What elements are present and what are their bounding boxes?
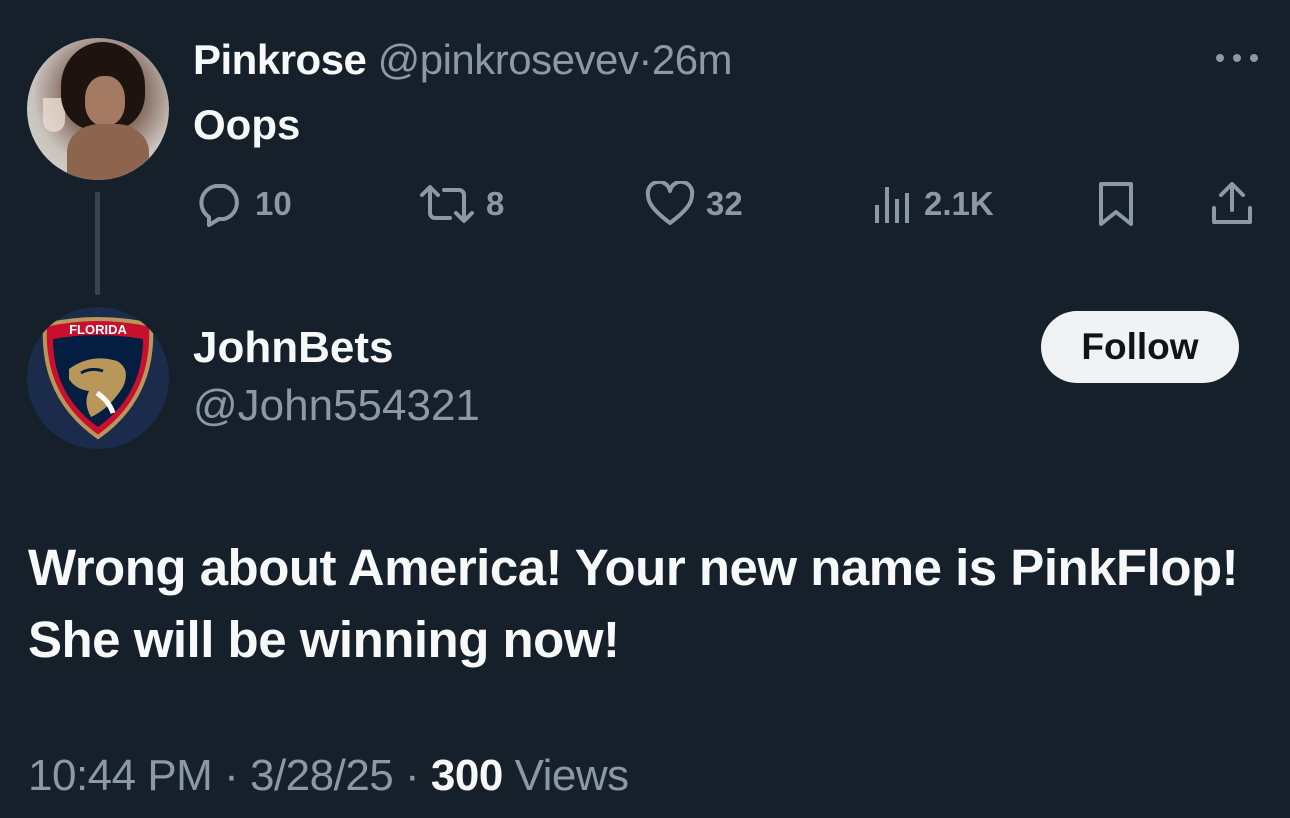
parent-author-name[interactable]: Pinkrose <box>193 36 367 83</box>
reply-views-label: Views <box>514 751 630 800</box>
parent-tweet-text: Oops <box>193 101 301 148</box>
reply-count: 10 <box>255 185 292 222</box>
retweet-action[interactable]: 8 <box>418 180 504 228</box>
bookmark-action[interactable] <box>1096 180 1136 228</box>
retweet-icon <box>420 185 474 223</box>
views-count: 2.1K <box>924 185 994 222</box>
tweet-thread-page: Pinkrose @pinkrosevev·26m Oops 10 8 32 2… <box>0 0 1290 818</box>
views-chart-icon <box>875 187 909 223</box>
parent-tweet-header: Pinkrose @pinkrosevev·26m <box>193 35 733 85</box>
reply-tweet-text: Wrong about America! Your new name is Pi… <box>28 539 1239 668</box>
heart-icon <box>645 181 695 225</box>
reply-time[interactable]: 10:44 PM <box>28 751 213 800</box>
share-icon <box>1212 182 1252 224</box>
florida-logo-text: FLORIDA <box>69 322 127 337</box>
reply-meta-line: 10:44 PM · 3/28/25 · 300 Views <box>28 748 629 804</box>
bookmark-icon <box>1099 182 1133 226</box>
reply-author-handle[interactable]: @John554321 <box>193 380 480 432</box>
views-action[interactable]: 2.1K <box>870 180 994 228</box>
meta-separator-1: · <box>224 751 239 800</box>
follow-button[interactable]: Follow <box>1041 311 1239 383</box>
like-action[interactable]: 32 <box>644 180 743 228</box>
reply-icon <box>199 184 239 227</box>
avatar-face-shape <box>85 76 125 126</box>
avatar-body-shape <box>67 124 149 180</box>
retweet-count: 8 <box>486 185 505 222</box>
reply-date[interactable]: 3/28/25 <box>250 751 394 800</box>
thread-connector-line <box>95 192 100 295</box>
more-dots-icon[interactable] <box>1212 48 1262 68</box>
share-action[interactable] <box>1210 180 1254 228</box>
reply-author-name[interactable]: JohnBets <box>193 322 393 374</box>
reply-action[interactable]: 10 <box>195 180 292 228</box>
johnbets-avatar[interactable]: FLORIDA <box>27 307 169 449</box>
parent-author-handle[interactable]: @pinkrosevev <box>378 36 639 83</box>
pinkrose-avatar[interactable] <box>27 38 169 180</box>
like-count: 32 <box>706 185 743 222</box>
meta-separator-2: · <box>405 751 420 800</box>
florida-panthers-logo: FLORIDA <box>42 317 154 440</box>
reply-views-count: 300 <box>430 751 503 800</box>
parent-header-separator: · <box>638 36 652 83</box>
parent-time-ago[interactable]: 26m <box>652 36 733 83</box>
